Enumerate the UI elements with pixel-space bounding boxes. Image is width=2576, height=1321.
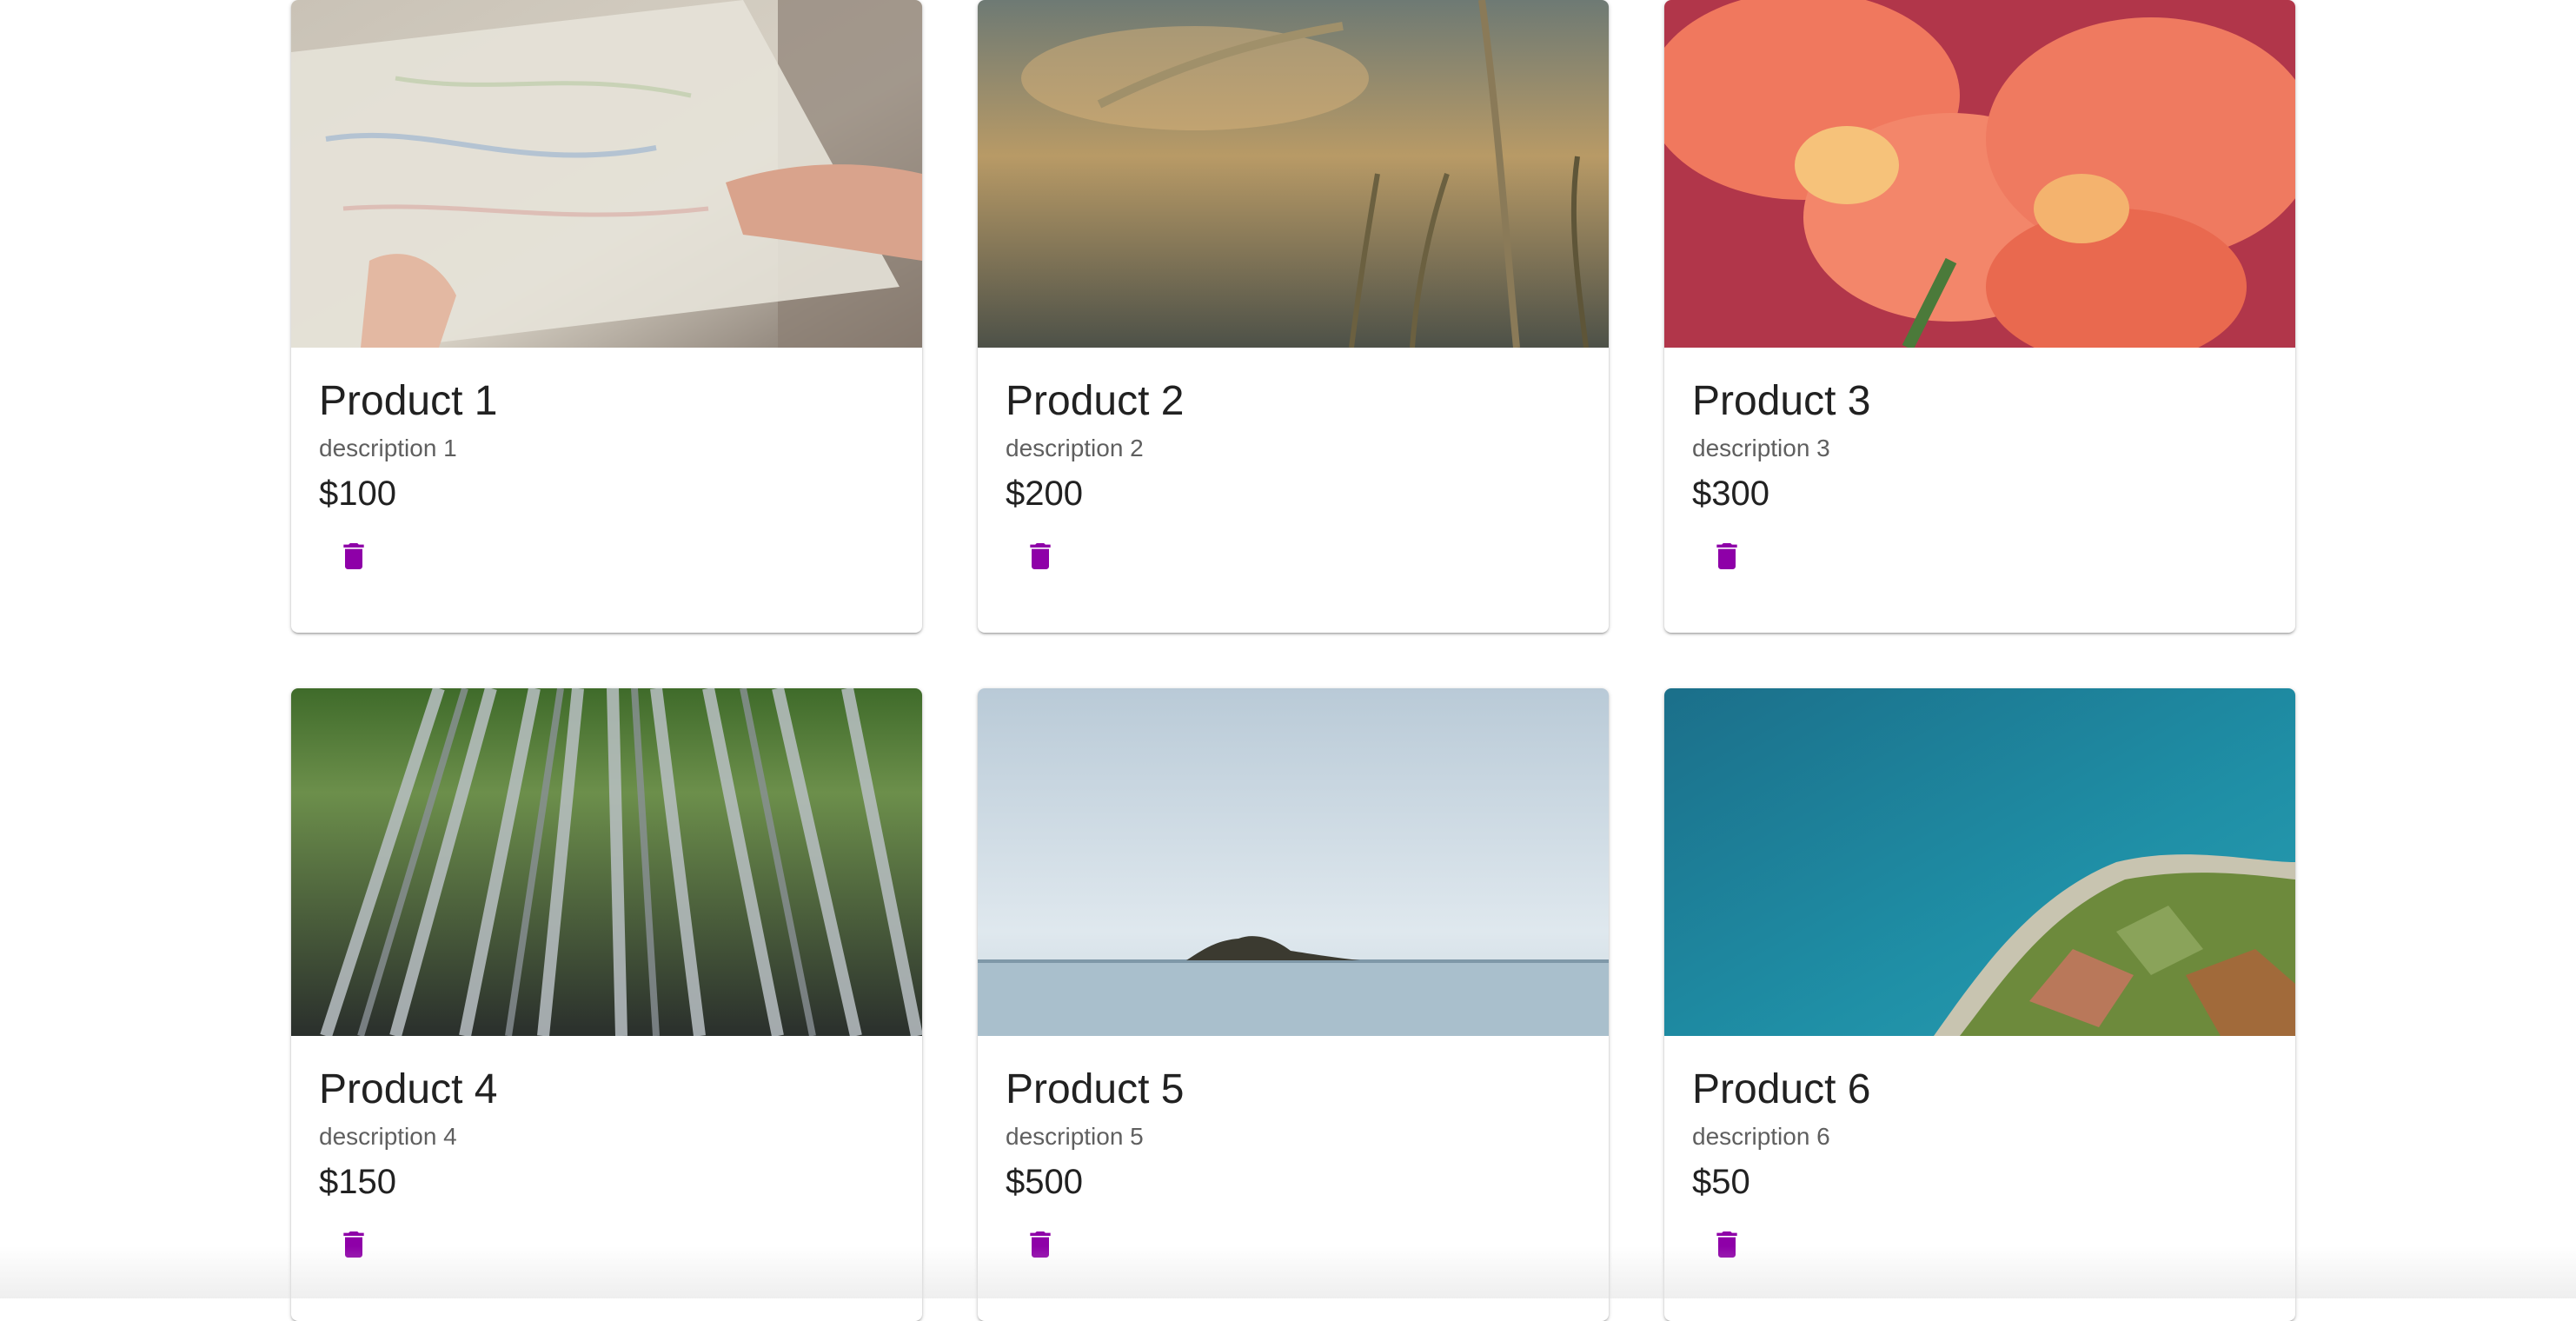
product-image [1664,688,2295,1036]
delete-button[interactable] [1696,525,1758,587]
trash-icon [1030,1231,1051,1258]
trash-icon [1716,1231,1737,1258]
product-grid: Product 1 description 1 $100 Product 2 d… [291,0,2295,1321]
delete-button[interactable] [322,525,385,587]
product-card: Product 5 description 5 $500 [978,688,1609,1321]
product-description: description 6 [1692,1123,1830,1150]
product-card: Product 2 description 2 $200 [978,0,1609,633]
product-description: description 1 [319,435,457,461]
product-image [978,688,1609,1036]
product-price: $300 [1692,475,1769,513]
delete-button[interactable] [322,1213,385,1276]
product-price: $500 [1006,1163,1083,1201]
product-card: Product 3 description 3 $300 [1664,0,2295,633]
product-description: description 5 [1006,1123,1144,1150]
product-title: Product 1 [319,378,498,424]
product-image [1664,0,2295,348]
product-title: Product 6 [1692,1066,1871,1112]
product-description: description 2 [1006,435,1144,461]
product-title: Product 4 [319,1066,498,1112]
product-image [291,688,922,1036]
product-price: $200 [1006,475,1083,513]
product-card: Product 6 description 6 $50 [1664,688,2295,1321]
product-price: $50 [1692,1163,1750,1201]
product-price: $150 [319,1163,396,1201]
product-card: Product 4 description 4 $150 [291,688,922,1321]
trash-icon [1716,543,1737,569]
product-card: Product 1 description 1 $100 [291,0,922,633]
product-image [978,0,1609,348]
delete-button[interactable] [1009,525,1072,587]
product-title: Product 2 [1006,378,1185,424]
product-title: Product 3 [1692,378,1871,424]
delete-button[interactable] [1009,1213,1072,1276]
product-description: description 4 [319,1123,457,1150]
product-description: description 3 [1692,435,1830,461]
trash-icon [1030,543,1051,569]
product-title: Product 5 [1006,1066,1185,1112]
trash-icon [343,543,364,569]
product-image [291,0,922,348]
delete-button[interactable] [1696,1213,1758,1276]
product-price: $100 [319,475,396,513]
trash-icon [343,1231,364,1258]
